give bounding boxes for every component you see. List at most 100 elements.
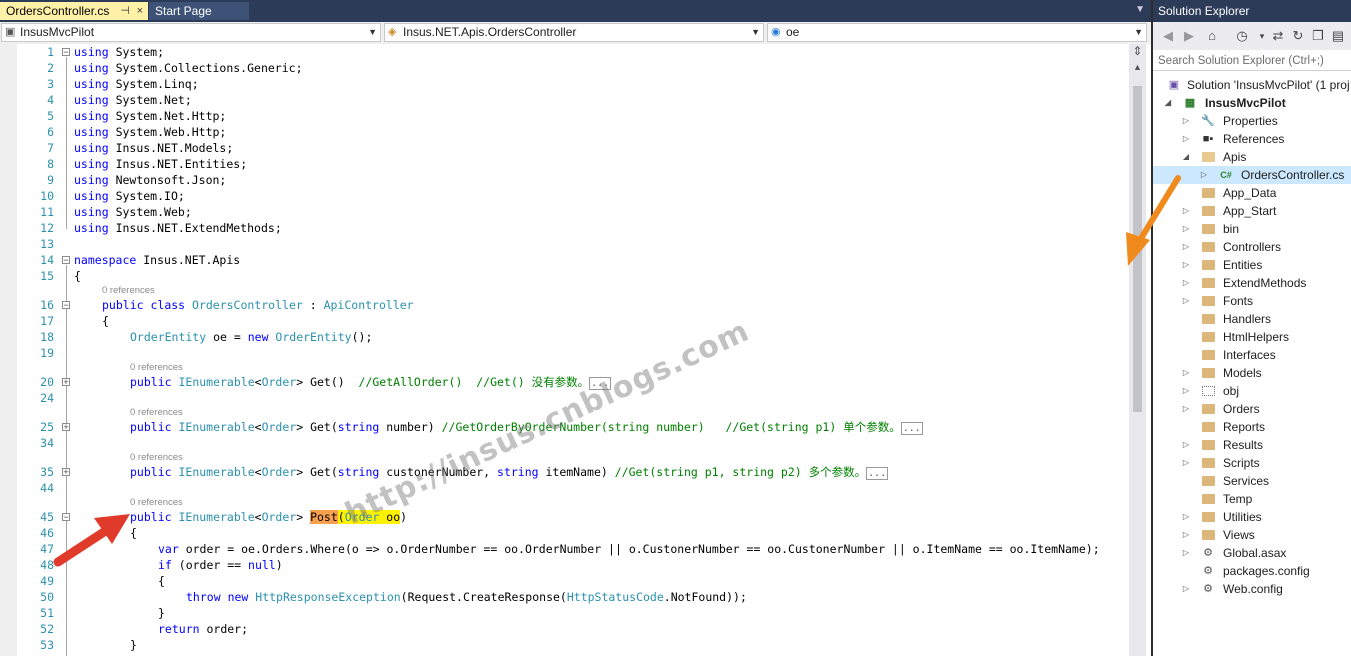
- keyword: if: [158, 558, 172, 572]
- collapsed-icon[interactable]: ▷: [1181, 580, 1191, 598]
- codelens-references[interactable]: 0 references: [130, 497, 183, 509]
- collapsed-icon[interactable]: ▷: [1181, 292, 1191, 310]
- tree-item-references[interactable]: ▷ ■▪ References: [1153, 130, 1351, 148]
- search-input[interactable]: Search Solution Explorer (Ctrl+;): [1153, 51, 1351, 71]
- collapsed-icon[interactable]: ▷: [1181, 526, 1191, 544]
- code-editor[interactable]: 1 2 3 4 5 6 7 8 9 10 11 12 13 14 15 16 1…: [0, 44, 1151, 656]
- collapsed-icon[interactable]: ▷: [1181, 508, 1191, 526]
- expand-toggle[interactable]: +: [62, 378, 70, 387]
- expand-toggle[interactable]: +: [62, 423, 70, 432]
- tree-item-apis[interactable]: ◢ Apis: [1153, 148, 1351, 166]
- forward-icon[interactable]: ▶: [1180, 27, 1198, 45]
- class-dropdown[interactable]: ◈ Insus.NET.Apis.OrdersController ▼: [384, 23, 764, 42]
- codelens-references[interactable]: 0 references: [130, 452, 183, 464]
- solution-explorer-toolbar: ◀ ▶ ⌂ ◷ ▾ ⇄ ↻ ❐ ▤: [1153, 22, 1351, 50]
- brace: }: [158, 606, 165, 620]
- tree-item-folder[interactable]: ▷ obj: [1153, 382, 1351, 400]
- member-dropdown[interactable]: ◉ oe ▼: [767, 23, 1147, 42]
- tree-item-folder[interactable]: ▷ Fonts: [1153, 292, 1351, 310]
- vertical-scrollbar[interactable]: ⇕ ▲: [1129, 44, 1146, 656]
- tree-item-folder[interactable]: ▷ Results: [1153, 436, 1351, 454]
- keyword: using: [74, 221, 109, 235]
- refresh-icon[interactable]: ↻: [1289, 27, 1307, 45]
- folder-icon: [1201, 238, 1215, 256]
- tab-list-dropdown-icon[interactable]: ▼: [1135, 4, 1145, 15]
- tree-item-folder[interactable]: Reports: [1153, 418, 1351, 436]
- splitter-icon[interactable]: ⇕: [1129, 44, 1146, 58]
- collapsed-icon[interactable]: ▷: [1181, 400, 1191, 418]
- collapsed-icon[interactable]: ▷: [1181, 274, 1191, 292]
- tree-item-file[interactable]: ▷ ⚙ Web.config: [1153, 580, 1351, 598]
- tree-item-file[interactable]: ⚙ packages.config: [1153, 562, 1351, 580]
- collapse-toggle[interactable]: −: [62, 301, 70, 310]
- collapsed-region[interactable]: ...: [866, 467, 889, 480]
- tree-item-label: Reports: [1223, 420, 1266, 434]
- collapsed-region[interactable]: ...: [900, 422, 923, 435]
- tree-item-folder[interactable]: ▷ Orders: [1153, 400, 1351, 418]
- tree-item-project[interactable]: ◢ ▦ InsusMvcPilot: [1153, 94, 1351, 112]
- tree-item-label: OrdersController.cs: [1241, 168, 1345, 182]
- expand-toggle[interactable]: +: [62, 468, 70, 477]
- tree-item-folder[interactable]: HtmlHelpers: [1153, 328, 1351, 346]
- type: OrderEntity: [130, 330, 207, 344]
- tab-orderscontroller[interactable]: OrdersController.cs ⊣ ×: [0, 2, 148, 20]
- tree-item-folder[interactable]: ▷ Models: [1153, 364, 1351, 382]
- tree-item-label: Handlers: [1223, 312, 1272, 326]
- code-text: (: [337, 510, 345, 524]
- codelens-references[interactable]: 0 references: [102, 285, 155, 297]
- type: HttpResponseException: [248, 590, 401, 604]
- tree-item-folder[interactable]: ▷ Views: [1153, 526, 1351, 544]
- tree-item-folder[interactable]: ▷ ExtendMethods: [1153, 274, 1351, 292]
- collapsed-icon[interactable]: ▷: [1181, 544, 1191, 562]
- tree-item-solution[interactable]: ▣ Solution 'InsusMvcPilot' (1 proj: [1153, 76, 1351, 94]
- tree-item-folder[interactable]: ▷ Scripts: [1153, 454, 1351, 472]
- tree-item-label: Views: [1223, 528, 1255, 542]
- expanded-icon[interactable]: ◢: [1163, 94, 1173, 112]
- code-text: (Request.CreateResponse(: [400, 590, 567, 604]
- pin-icon[interactable]: ⊣: [120, 2, 130, 20]
- collapse-all-icon[interactable]: ❐: [1309, 27, 1327, 45]
- collapsed-icon[interactable]: ▷: [1181, 436, 1191, 454]
- pending-changes-icon[interactable]: ◷: [1233, 27, 1251, 45]
- collapsed-icon[interactable]: ▷: [1199, 166, 1209, 184]
- collapse-toggle[interactable]: −: [62, 48, 70, 57]
- code-text: <: [254, 510, 262, 524]
- project-dropdown[interactable]: ▣ InsusMvcPilot ▼: [1, 23, 381, 42]
- close-icon[interactable]: ×: [137, 2, 143, 20]
- tab-start-page[interactable]: Start Page: [149, 2, 249, 20]
- collapsed-icon[interactable]: ▷: [1181, 112, 1191, 130]
- tree-item-folder[interactable]: ▷ Utilities: [1153, 508, 1351, 526]
- tree-item-folder[interactable]: Services: [1153, 472, 1351, 490]
- tree-item-properties[interactable]: ▷ 🔧 Properties: [1153, 112, 1351, 130]
- keyword: using: [74, 141, 109, 155]
- home-icon[interactable]: ⌂: [1203, 27, 1221, 45]
- base-class: ApiController: [323, 298, 414, 312]
- codelens-references[interactable]: 0 references: [130, 362, 183, 374]
- expanded-icon[interactable]: ◢: [1181, 148, 1191, 166]
- member-dropdown-value: oe: [786, 25, 800, 39]
- sync-icon[interactable]: ⇄: [1269, 27, 1287, 45]
- tree-item-label: Controllers: [1223, 240, 1282, 254]
- using-name: Insus.NET.Models: [115, 141, 227, 155]
- collapsed-icon[interactable]: ▷: [1181, 130, 1191, 148]
- collapse-toggle[interactable]: −: [62, 256, 70, 265]
- folder-icon: [1201, 346, 1215, 364]
- collapsed-icon[interactable]: ▷: [1181, 382, 1191, 400]
- code-line: public IEnumerable<Order> Get() //GetAll…: [130, 374, 612, 390]
- tree-item-folder[interactable]: Interfaces: [1153, 346, 1351, 364]
- line-number: 53: [40, 638, 54, 652]
- back-icon[interactable]: ◀: [1159, 27, 1177, 45]
- folder-icon: [1201, 400, 1215, 418]
- collapsed-icon[interactable]: ▷: [1181, 364, 1191, 382]
- tree-item-folder[interactable]: Handlers: [1153, 310, 1351, 328]
- collapsed-icon[interactable]: ▷: [1181, 454, 1191, 472]
- scroll-up-icon[interactable]: ▲: [1129, 60, 1146, 74]
- keyword: string: [497, 465, 539, 479]
- keyword: using: [74, 125, 109, 139]
- type: Order: [261, 510, 297, 524]
- codelens-references[interactable]: 0 references: [130, 407, 183, 419]
- show-all-files-icon[interactable]: ▤: [1329, 27, 1347, 45]
- tree-item-folder[interactable]: Temp: [1153, 490, 1351, 508]
- type: IEnumerable: [171, 510, 255, 524]
- tree-item-file[interactable]: ▷ ⚙ Global.asax: [1153, 544, 1351, 562]
